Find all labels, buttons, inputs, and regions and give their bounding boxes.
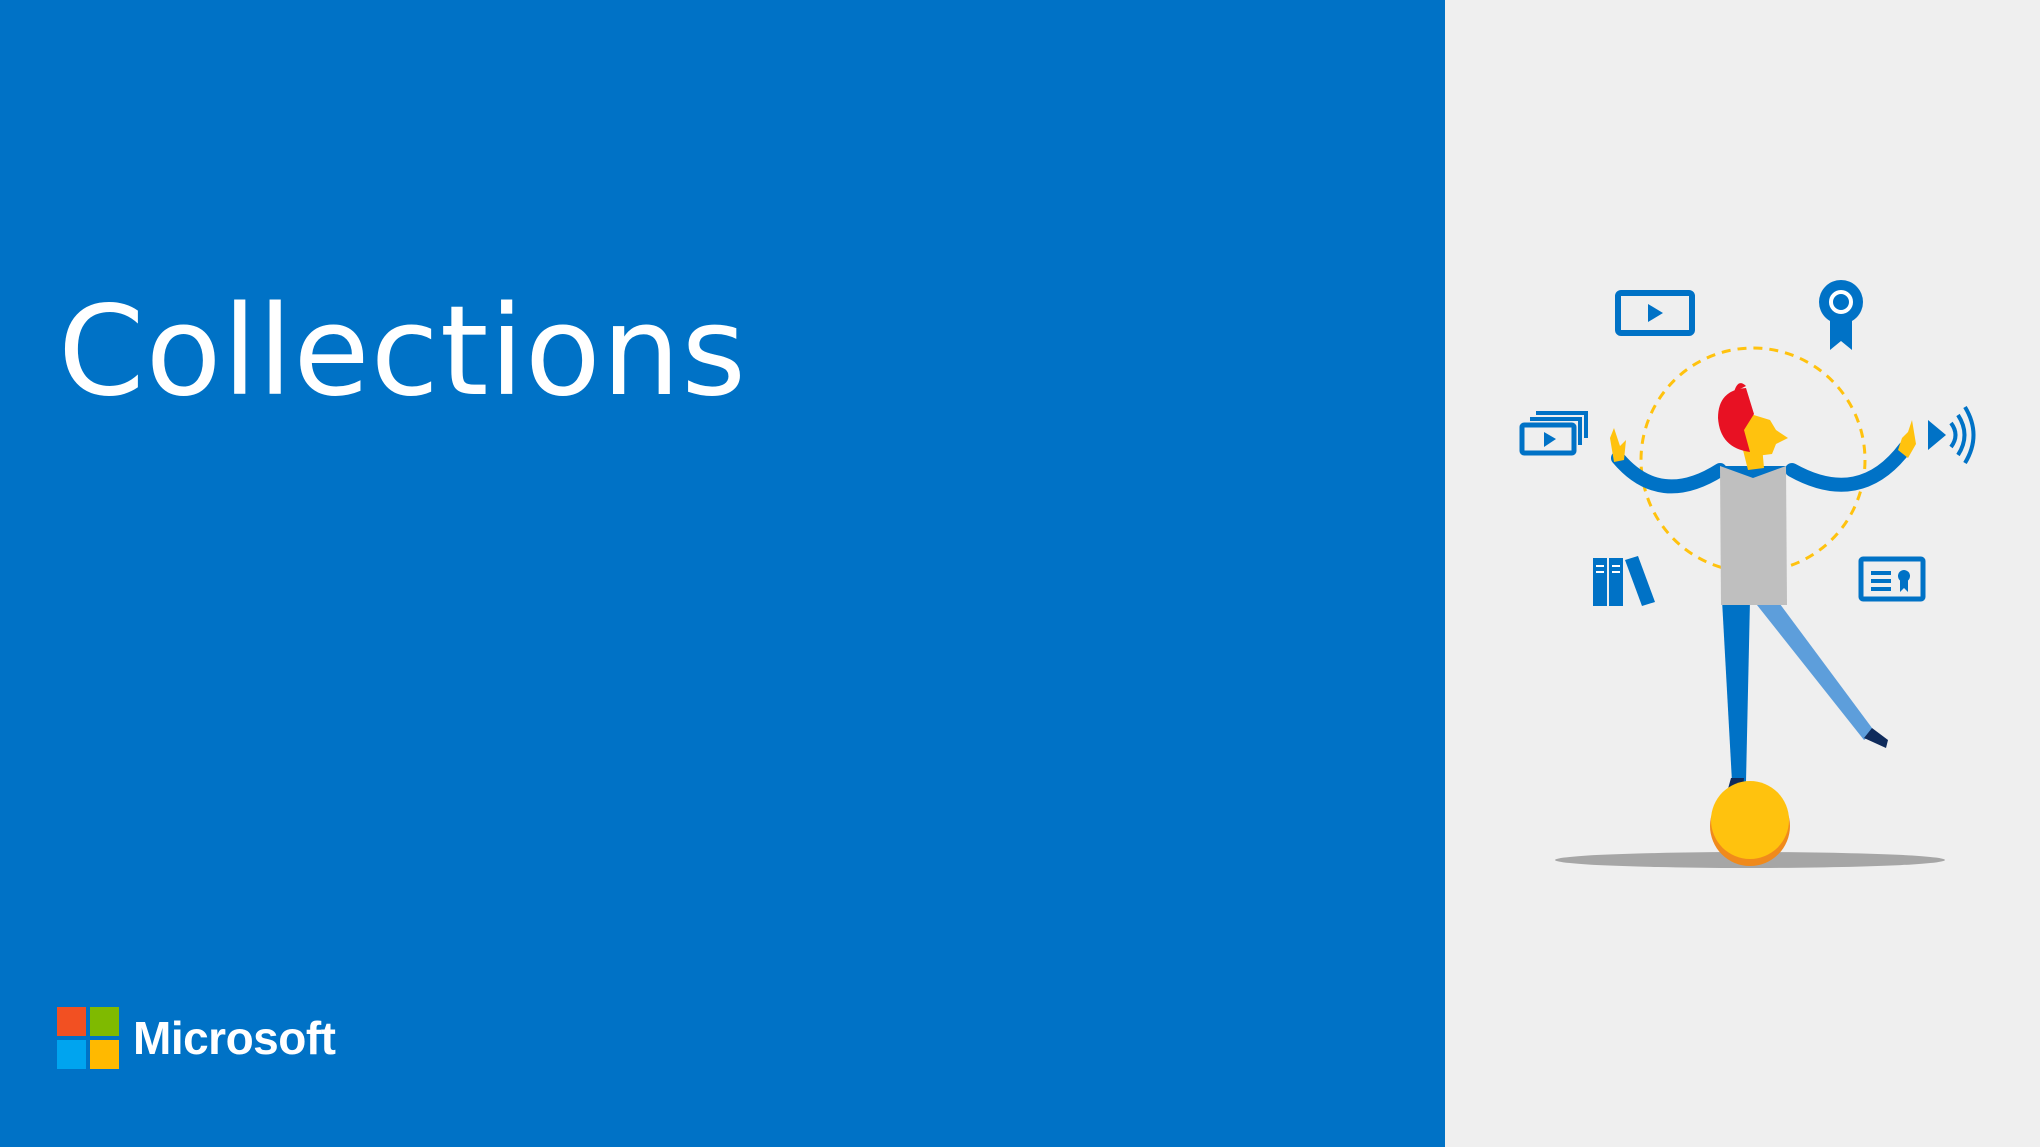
left-arm bbox=[1611, 451, 1727, 494]
balance-ball bbox=[1711, 781, 1789, 859]
slide: Collections Microsoft bbox=[0, 0, 2040, 1147]
microsoft-logo: Microsoft bbox=[57, 1007, 336, 1069]
logo-square-red bbox=[57, 1007, 86, 1036]
title-panel: Collections Microsoft bbox=[0, 0, 1445, 1147]
raised-leg bbox=[1753, 600, 1875, 740]
video-icon bbox=[1615, 290, 1695, 336]
logo-square-yellow bbox=[90, 1040, 119, 1069]
logo-square-green bbox=[90, 1007, 119, 1036]
torso bbox=[1720, 466, 1787, 605]
certificate-icon bbox=[1858, 556, 1926, 602]
microsoft-logo-squares bbox=[57, 1007, 119, 1069]
logo-square-blue bbox=[57, 1040, 86, 1069]
standing-leg bbox=[1722, 600, 1750, 782]
microsoft-logo-text: Microsoft bbox=[133, 1012, 336, 1064]
right-arm bbox=[1785, 441, 1912, 492]
award-ribbon-icon bbox=[1819, 280, 1863, 350]
books-icon bbox=[1593, 556, 1655, 606]
audio-icon bbox=[1928, 405, 1976, 465]
juggler-illustration bbox=[1519, 280, 1976, 868]
video-collection-icon bbox=[1519, 411, 1588, 456]
slide-title: Collections bbox=[58, 280, 747, 424]
